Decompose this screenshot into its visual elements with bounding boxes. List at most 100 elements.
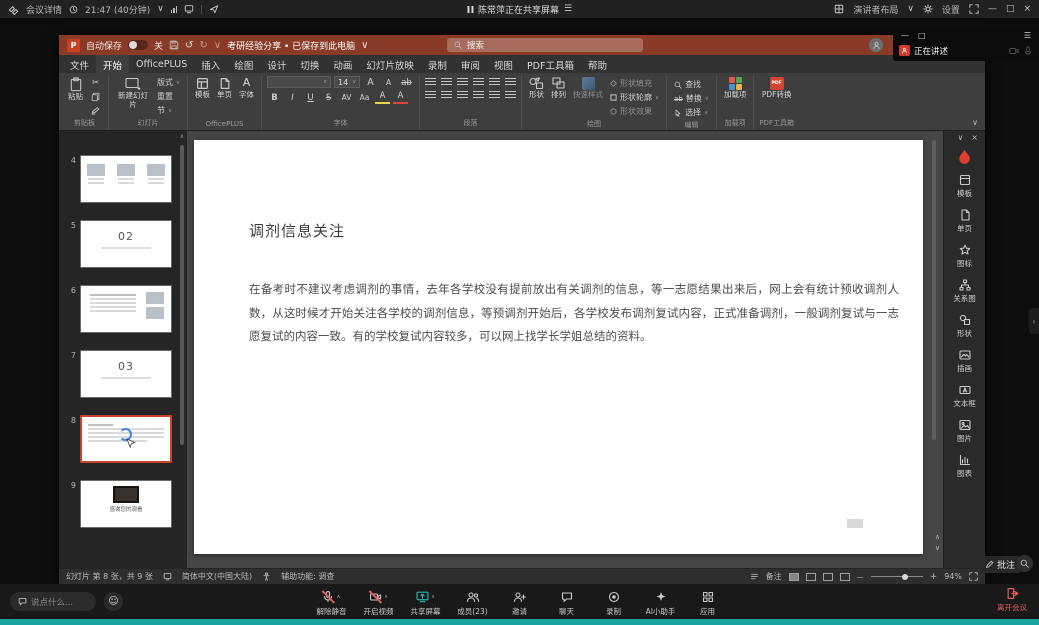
quick-styles-button[interactable]: 快速样式 bbox=[571, 76, 605, 101]
thumbnail-scrollbar[interactable]: ∧ bbox=[178, 133, 186, 566]
slide-title[interactable]: 调剂信息关注 bbox=[249, 220, 345, 241]
clear-formatting-button[interactable]: ab bbox=[399, 76, 414, 89]
copy-button[interactable] bbox=[88, 90, 103, 103]
sidebar-item-templates[interactable]: 模板 bbox=[957, 174, 972, 199]
ai-assistant-button[interactable]: AI小助手 bbox=[640, 587, 682, 617]
slide-canvas[interactable]: 调剂信息关注 在备考时不建议考虑调剂的事情，去年各学校没有提前放出有关调剂的信息… bbox=[194, 140, 923, 554]
character-spacing-button[interactable]: AV bbox=[339, 91, 354, 104]
tab-record[interactable]: 录制 bbox=[421, 55, 454, 73]
settings-button[interactable]: 设置 bbox=[942, 3, 960, 16]
chat-button[interactable]: 聊天 bbox=[546, 587, 588, 617]
op-font-button[interactable]: A 字体 bbox=[237, 76, 256, 101]
canvas-scrollbar[interactable] bbox=[930, 140, 938, 524]
tab-animations[interactable]: 动画 bbox=[326, 55, 359, 73]
previous-slide-button[interactable]: ∧ bbox=[935, 533, 940, 541]
speaker-layout-button[interactable]: 演讲者布局 bbox=[853, 3, 898, 16]
normal-view-button[interactable] bbox=[789, 573, 799, 581]
plugin-logo-icon[interactable] bbox=[957, 149, 972, 166]
increase-indent-button[interactable] bbox=[473, 78, 484, 87]
collapse-panel-handle[interactable]: ‹ bbox=[1029, 308, 1039, 334]
tab-insert[interactable]: 插入 bbox=[194, 55, 227, 73]
layout-button[interactable]: 版式∨ bbox=[155, 76, 182, 89]
sidebar-item-textbox[interactable]: 文本框 bbox=[953, 384, 976, 409]
slide-thumbnail-7[interactable]: 03 bbox=[80, 350, 172, 398]
format-painter-button[interactable] bbox=[88, 104, 103, 117]
fullscreen-icon[interactable] bbox=[969, 4, 979, 14]
shape-fill-button[interactable]: 形状填充 bbox=[608, 77, 661, 90]
fit-to-window-icon[interactable] bbox=[969, 572, 978, 581]
invite-button[interactable]: 邀请 bbox=[499, 587, 541, 617]
overlay-maximize-button[interactable]: □ bbox=[918, 31, 926, 40]
meeting-timer[interactable]: 21:47 (40分钟) bbox=[85, 3, 150, 16]
pause-share-icon[interactable] bbox=[467, 6, 473, 13]
zoom-slider-knob[interactable] bbox=[902, 574, 908, 580]
quick-access-chevron-icon[interactable]: ∨ bbox=[214, 40, 221, 51]
window-close-button[interactable]: × bbox=[1023, 4, 1031, 14]
sidebar-item-diagrams[interactable]: 关系图 bbox=[953, 279, 976, 304]
overlay-mic-icon[interactable] bbox=[1023, 46, 1033, 56]
justify-button[interactable] bbox=[473, 91, 484, 100]
shapes-button[interactable]: 形状 bbox=[527, 76, 546, 101]
tab-view[interactable]: 视图 bbox=[487, 55, 520, 73]
zoom-percentage[interactable]: 94% bbox=[944, 572, 962, 581]
sidebar-item-single-page[interactable]: 单页 bbox=[957, 209, 972, 234]
sidebar-collapse-icon[interactable]: ∨ bbox=[957, 133, 963, 142]
decrease-indent-button[interactable] bbox=[457, 78, 468, 87]
autosave-toggle[interactable] bbox=[128, 40, 148, 50]
start-video-button[interactable]: ∧ 开启视频 bbox=[358, 587, 400, 617]
overlay-menu-icon[interactable]: ☰ bbox=[1024, 31, 1031, 40]
font-size-combo[interactable]: 14∨ bbox=[334, 76, 360, 88]
timer-chevron-icon[interactable]: ∨ bbox=[157, 4, 164, 14]
tab-design[interactable]: 设计 bbox=[260, 55, 293, 73]
zoom-out-button[interactable]: — bbox=[857, 573, 864, 581]
slide-thumbnail-5[interactable]: 02 bbox=[80, 220, 172, 268]
window-maximize-button[interactable]: □ bbox=[1006, 4, 1015, 14]
zoom-in-button[interactable]: + bbox=[930, 572, 938, 582]
tab-slideshow[interactable]: 幻灯片放映 bbox=[359, 55, 421, 73]
tab-draw[interactable]: 绘图 bbox=[227, 55, 260, 73]
overlay-camera-icon[interactable] bbox=[1009, 46, 1019, 56]
unmute-button[interactable]: ∧ 解除静音 bbox=[311, 587, 353, 617]
pdf-convert-button[interactable]: PDF PDF转换 bbox=[760, 76, 794, 101]
shrink-font-button[interactable]: A bbox=[381, 76, 396, 89]
document-title[interactable]: 考研经验分享 • 已保存到此电脑 bbox=[227, 39, 355, 52]
replace-button[interactable]: ab替换∨ bbox=[672, 92, 711, 105]
cut-button[interactable]: ✂ bbox=[88, 76, 103, 89]
collapse-ribbon-button[interactable]: ∨ bbox=[972, 118, 978, 127]
paste-button[interactable]: 粘贴 bbox=[66, 76, 85, 103]
account-avatar[interactable] bbox=[869, 38, 883, 52]
align-right-button[interactable] bbox=[457, 91, 468, 100]
font-name-combo[interactable]: ∨ bbox=[267, 76, 331, 88]
section-button[interactable]: 节∨ bbox=[155, 104, 182, 117]
slide-thumbnail-4[interactable] bbox=[80, 155, 172, 203]
redo-button[interactable]: ↻ bbox=[199, 40, 207, 51]
tab-transitions[interactable]: 切换 bbox=[293, 55, 326, 73]
title-chevron-icon[interactable]: ∨ bbox=[361, 40, 368, 51]
shape-effects-button[interactable]: 形状效果 bbox=[608, 105, 661, 118]
sidebar-item-illustrations[interactable]: 插画 bbox=[957, 349, 972, 374]
meeting-details-button[interactable]: 会议详情 bbox=[26, 3, 62, 16]
sidebar-item-icons[interactable]: 图标 bbox=[957, 244, 972, 269]
annotate-button[interactable]: 批注 bbox=[979, 556, 1021, 573]
sidebar-item-charts[interactable]: 图表 bbox=[957, 454, 972, 479]
slide-body-text[interactable]: 在备考时不建议考虑调剂的事情，去年各学校没有提前放出有关调剂的信息，等一志愿结果… bbox=[249, 278, 899, 349]
slide-sorter-view-button[interactable] bbox=[806, 573, 816, 581]
grow-font-button[interactable]: A bbox=[363, 76, 378, 89]
sidebar-item-images[interactable]: 图片 bbox=[957, 419, 972, 444]
op-single-page-button[interactable]: 单页 bbox=[215, 76, 234, 101]
text-direction-button[interactable] bbox=[505, 78, 516, 87]
slide-count-status[interactable]: 幻灯片 第 8 张，共 9 张 bbox=[66, 571, 153, 582]
scrollbar-thumb[interactable] bbox=[180, 145, 184, 445]
op-template-button[interactable]: 模板 bbox=[193, 76, 212, 101]
align-center-button[interactable] bbox=[441, 91, 452, 100]
reading-view-button[interactable] bbox=[823, 573, 833, 581]
save-icon[interactable] bbox=[169, 40, 179, 50]
new-slide-button[interactable]: 新建幻灯片 bbox=[114, 76, 152, 110]
layout-chevron-icon[interactable]: ∨ bbox=[907, 4, 914, 14]
accessibility-status[interactable]: 辅助功能: 调查 bbox=[281, 571, 334, 582]
italic-button[interactable]: I bbox=[285, 91, 300, 104]
tab-officeplus[interactable]: OfficePLUS bbox=[129, 55, 194, 73]
line-spacing-button[interactable] bbox=[489, 78, 500, 87]
window-minimize-button[interactable]: — bbox=[988, 4, 997, 14]
underline-button[interactable]: U bbox=[303, 91, 318, 104]
